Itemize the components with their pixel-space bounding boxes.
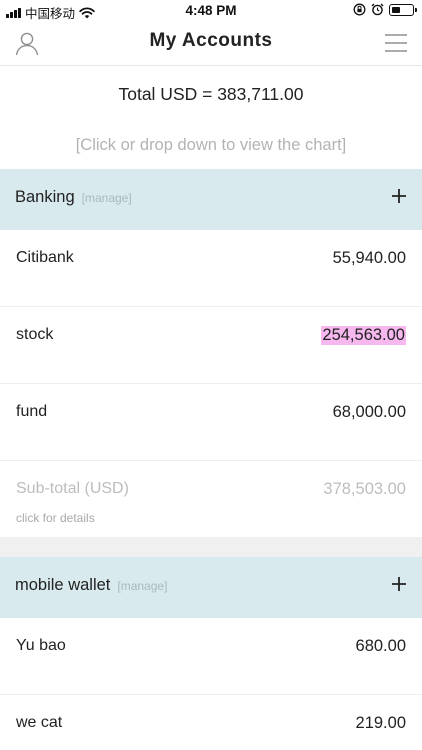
section-header-mobile-wallet: mobile wallet [manage] (0, 557, 422, 618)
battery-icon (389, 3, 417, 16)
section-name: Banking (15, 188, 75, 206)
account-row-citibank[interactable]: Citibank 55,940.00 (0, 230, 422, 307)
account-balance: 254,563.00 (321, 326, 406, 345)
account-name: stock (16, 326, 54, 343)
section-name: mobile wallet (15, 576, 111, 594)
account-balance: 680.00 (355, 637, 406, 655)
account-balance: 219.00 (355, 714, 406, 732)
status-right (353, 3, 417, 16)
subtotal-row[interactable]: Sub-total (USD) 378,503.00 click for det… (0, 461, 422, 538)
account-name: we cat (16, 714, 63, 731)
account-row-stock[interactable]: stock 254,563.00 (0, 307, 422, 384)
account-row-yu-bao[interactable]: Yu bao 680.00 (0, 618, 422, 695)
add-icon[interactable] (390, 575, 408, 593)
section-divider (0, 537, 422, 557)
account-name: fund (16, 403, 48, 420)
subtotal-value: 378,503.00 (323, 480, 406, 498)
add-icon[interactable] (390, 187, 408, 205)
total-amount: Total USD = 383,711.00 (118, 84, 304, 104)
nav-bar: My Accounts (0, 22, 422, 66)
menu-icon[interactable] (384, 32, 408, 54)
section-title-banking: Banking [manage] (15, 188, 132, 207)
manage-link[interactable]: [manage] (82, 191, 132, 205)
status-bar: 中国移动 4:48 PM (0, 0, 422, 22)
account-balance: 68,000.00 (332, 403, 406, 421)
subtotal-label: Sub-total (USD) (16, 480, 129, 497)
account-balance: 55,940.00 (332, 249, 406, 267)
alarm-icon (371, 3, 384, 16)
account-name: Yu bao (16, 637, 66, 654)
account-name: Citibank (16, 249, 74, 266)
section-header-banking: Banking [manage] (0, 169, 422, 230)
page-title: My Accounts (149, 30, 273, 51)
subtotal-hint: click for details (16, 511, 95, 525)
manage-link[interactable]: [manage] (117, 579, 167, 593)
section-title-mobile-wallet: mobile wallet [manage] (15, 576, 167, 595)
rotation-lock-icon (353, 3, 366, 16)
account-row-fund[interactable]: fund 68,000.00 (0, 384, 422, 461)
chart-hint[interactable]: [Click or drop down to view the chart] (0, 136, 422, 155)
account-row-we-cat[interactable]: we cat 219.00 (0, 695, 422, 750)
